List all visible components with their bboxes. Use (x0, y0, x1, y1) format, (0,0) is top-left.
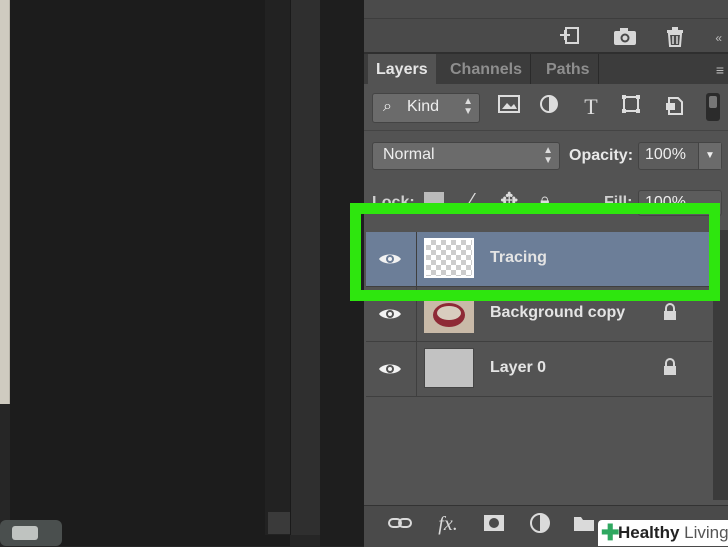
visibility-cell[interactable] (366, 342, 417, 396)
canvas-scrollbar[interactable] (290, 0, 321, 535)
lock-icon (664, 303, 676, 320)
smart-object-filter-icon[interactable] (662, 94, 688, 120)
pixel-layer-filter-icon[interactable] (496, 94, 522, 120)
canvas-gutter (265, 0, 290, 535)
new-document-from-state-icon[interactable] (558, 24, 584, 48)
stepper-arrows-icon: ▲ ▼ (543, 145, 553, 166)
filter-kind-select[interactable]: ⌕ Kind ▲ ▼ (372, 93, 480, 123)
opacity-label: Opacity: (569, 147, 634, 164)
canvas-edge (0, 0, 10, 404)
type-layer-filter-icon[interactable]: T (578, 94, 604, 120)
plus-logo-icon: ✚ (601, 520, 620, 545)
tab-channels[interactable]: Channels (442, 54, 532, 84)
layer-effects-icon[interactable]: fx. (434, 510, 462, 538)
layer-row-layer-0[interactable]: Layer 0 (366, 342, 712, 397)
layer-thumbnail (424, 348, 474, 388)
search-icon: ⌕ (383, 98, 392, 115)
shape-layer-filter-icon[interactable] (618, 94, 644, 120)
separator (364, 130, 728, 131)
add-mask-icon[interactable] (480, 510, 508, 538)
watermark-text: Healthy Living (618, 523, 728, 543)
eye-icon[interactable] (378, 358, 402, 380)
trash-icon[interactable] (662, 24, 688, 48)
highlight-box (350, 203, 720, 301)
blend-mode-select[interactable]: Normal ▲ ▼ (372, 142, 560, 170)
scroll-corner (268, 512, 290, 534)
document-canvas-area (10, 0, 290, 546)
panel-header-strip (364, 0, 728, 19)
opacity-dropdown-icon[interactable]: ▼ (698, 143, 721, 169)
dock-app-icon[interactable] (0, 520, 62, 546)
panel-collapse-icon[interactable]: « (715, 31, 722, 45)
panel-menu-icon[interactable]: ≡ (716, 62, 724, 78)
watermark-brand: Healthy (618, 523, 680, 542)
layer-name[interactable]: Background copy (490, 304, 625, 322)
tab-paths[interactable]: Paths (538, 54, 599, 84)
filter-kind-label: Kind (407, 98, 440, 115)
eye-icon[interactable] (378, 303, 402, 325)
opacity-value: 100% (645, 146, 686, 163)
filter-toggle-switch[interactable] (706, 93, 720, 121)
new-group-icon[interactable] (570, 510, 598, 538)
blend-mode-value: Normal (383, 146, 435, 163)
link-layers-icon[interactable] (386, 510, 414, 538)
opacity-field[interactable]: 100% ▼ (638, 142, 722, 170)
watermark-logo: ✚ Healthy Living (598, 520, 728, 546)
layer-name[interactable]: Layer 0 (490, 359, 546, 377)
tab-layers[interactable]: Layers (368, 54, 436, 84)
lock-icon (664, 358, 676, 375)
watermark-brand-suffix: Living (684, 523, 728, 542)
history-toolbar: « (364, 19, 728, 54)
camera-icon[interactable] (612, 24, 638, 48)
panel-tabs: Layers Channels Paths ≡ (364, 54, 728, 84)
stepper-arrows-icon: ▲ ▼ (463, 96, 473, 117)
adjustment-layer-filter-icon[interactable] (536, 94, 562, 120)
new-adjustment-layer-icon[interactable] (526, 510, 554, 538)
